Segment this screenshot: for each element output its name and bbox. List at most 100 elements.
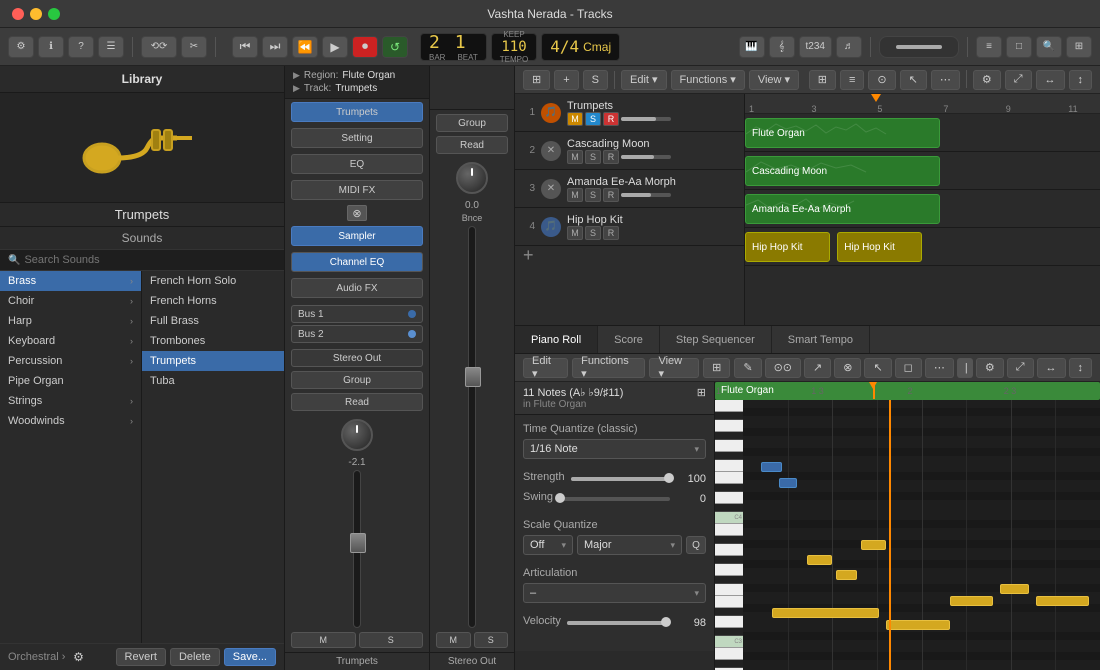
edit-dropdown[interactable]: Edit ▾ bbox=[621, 70, 667, 90]
save-button[interactable]: Save... bbox=[224, 648, 276, 666]
tab-smart-tempo[interactable]: Smart Tempo bbox=[772, 326, 870, 353]
revert-button[interactable]: Revert bbox=[116, 648, 166, 666]
key-d4[interactable] bbox=[715, 492, 743, 504]
setting-slot[interactable]: Setting bbox=[291, 128, 423, 148]
minimize-button[interactable] bbox=[30, 8, 42, 20]
solo-btn-1[interactable]: S bbox=[585, 112, 601, 126]
trumpets-plugin-slot[interactable]: Trumpets bbox=[291, 102, 423, 122]
cat-item-percussion[interactable]: Percussion › bbox=[0, 351, 141, 371]
scale-off-dropdown[interactable]: Off ▾ bbox=[523, 535, 573, 555]
sub-item-trombones[interactable]: Trombones bbox=[142, 331, 284, 351]
track-fader-2[interactable] bbox=[621, 155, 671, 159]
functions-dropdown[interactable]: Functions ▾ bbox=[671, 70, 745, 90]
key-a3[interactable] bbox=[715, 544, 743, 556]
strength-slider[interactable] bbox=[571, 477, 670, 481]
solo-btn-4[interactable]: S bbox=[585, 226, 601, 240]
tuner-icon[interactable]: ♬ bbox=[836, 36, 862, 58]
cat-item-woodwinds[interactable]: Woodwinds › bbox=[0, 411, 141, 431]
clip-hip-hop-1[interactable]: Hip Hop Kit bbox=[745, 232, 830, 262]
key-ab4[interactable] bbox=[715, 432, 743, 440]
cycle-button[interactable]: ↺ bbox=[382, 36, 408, 58]
key-c3[interactable]: C3 bbox=[715, 636, 743, 648]
key-e4[interactable] bbox=[715, 472, 743, 484]
sub-item-trumpets[interactable]: Trumpets bbox=[142, 351, 284, 371]
score-icon[interactable]: 𝄞 bbox=[769, 36, 795, 58]
note-2[interactable] bbox=[779, 478, 797, 488]
zoom-vert[interactable]: ↕ bbox=[1069, 70, 1093, 90]
bus2-row[interactable]: Bus 2 bbox=[291, 325, 423, 343]
fast-forward-button[interactable]: ⏭ bbox=[262, 36, 288, 58]
key-db4[interactable] bbox=[715, 504, 743, 512]
fader-track2[interactable] bbox=[468, 226, 476, 628]
read-button2[interactable]: Read bbox=[436, 136, 508, 154]
strength-handle[interactable] bbox=[664, 473, 674, 483]
cat-item-harp[interactable]: Harp › bbox=[0, 311, 141, 331]
key-ab3[interactable] bbox=[715, 556, 743, 564]
record-button[interactable]: ⏺ bbox=[352, 36, 378, 58]
pr-link-icon[interactable]: ⊗ bbox=[834, 358, 861, 378]
key-b3[interactable] bbox=[715, 524, 743, 536]
volume-slider[interactable] bbox=[879, 36, 959, 58]
key-c4[interactable]: C4 bbox=[715, 512, 743, 524]
track-fader-1[interactable] bbox=[621, 117, 671, 121]
group-button[interactable]: Group bbox=[291, 371, 423, 389]
scale-key-dropdown[interactable]: Major ▾ bbox=[577, 535, 682, 555]
group-button2[interactable]: Group bbox=[436, 114, 508, 132]
key-f3[interactable] bbox=[715, 584, 743, 596]
search-button[interactable]: 🔍 bbox=[1036, 36, 1062, 58]
scissors-button[interactable]: ✂ bbox=[181, 36, 207, 58]
key-g3[interactable] bbox=[715, 564, 743, 576]
link-icon[interactable]: ⊗ bbox=[347, 205, 367, 221]
pr-edit-dropdown[interactable]: Edit ▾ bbox=[523, 358, 568, 378]
pr-cursor-icon[interactable]: ↖ bbox=[864, 358, 891, 378]
pr-functions-dropdown[interactable]: Functions ▾ bbox=[572, 358, 645, 378]
track-header-4[interactable]: 4 🎵 Hip Hop Kit M S R bbox=[515, 208, 744, 246]
key-b2[interactable] bbox=[715, 648, 743, 660]
note-1[interactable] bbox=[761, 462, 782, 472]
tempo-display[interactable]: KEEP 110 TEMPO bbox=[491, 33, 537, 61]
note-long-2[interactable] bbox=[886, 620, 950, 630]
toolbar-add-btn[interactable]: + bbox=[554, 70, 578, 90]
expand-icon[interactable]: ⊞ bbox=[697, 386, 706, 399]
midi-fx-slot[interactable]: MIDI FX bbox=[291, 180, 423, 200]
cat-item-choir[interactable]: Choir › bbox=[0, 291, 141, 311]
note-long-1[interactable] bbox=[772, 608, 879, 618]
mute-btn-3[interactable]: M bbox=[567, 188, 583, 202]
time-display[interactable]: 2 1 BAR BEAT bbox=[420, 33, 487, 61]
pr-zoom-v[interactable]: ↕ bbox=[1069, 358, 1093, 378]
solo-button2[interactable]: S bbox=[474, 632, 509, 648]
close-button[interactable] bbox=[12, 8, 24, 20]
mute-btn-1[interactable]: M bbox=[567, 112, 583, 126]
note-editor-button[interactable]: □ bbox=[1006, 36, 1032, 58]
key-e3[interactable] bbox=[715, 596, 743, 608]
track-header-3[interactable]: 3 ✕ Amanda Ee-Aa Morph M S R bbox=[515, 170, 744, 208]
note-7[interactable] bbox=[1000, 584, 1029, 594]
note-6[interactable] bbox=[950, 596, 993, 606]
mute-btn-4[interactable]: M bbox=[567, 226, 583, 240]
mute-button2[interactable]: M bbox=[436, 632, 471, 648]
scale-q-button[interactable]: Q bbox=[686, 536, 706, 554]
pr-tools-icon[interactable]: ⊙⊙ bbox=[765, 358, 801, 378]
mute-btn-2[interactable]: M bbox=[567, 150, 583, 164]
pr-more-icon[interactable]: ⋯ bbox=[925, 358, 954, 378]
clip-amanda[interactable]: Amanda Ee-Aa Morph bbox=[745, 194, 940, 224]
help-button[interactable]: ? bbox=[68, 36, 94, 58]
pr-zoom-icon[interactable]: ⤢ bbox=[1007, 358, 1034, 378]
key-gb3[interactable] bbox=[715, 576, 743, 584]
list-icon[interactable]: ≡ bbox=[840, 70, 864, 90]
info-button[interactable]: ℹ bbox=[38, 36, 64, 58]
delete-button[interactable]: Delete bbox=[170, 648, 220, 666]
search-input[interactable] bbox=[24, 254, 276, 266]
key-d3[interactable] bbox=[715, 616, 743, 628]
channel-eq-slot[interactable]: Channel EQ bbox=[291, 252, 423, 272]
gear-icon[interactable]: ⚙ bbox=[69, 648, 87, 666]
note-grid[interactable] bbox=[743, 400, 1100, 670]
cat-item-strings[interactable]: Strings › bbox=[0, 391, 141, 411]
record-btn-4[interactable]: R bbox=[603, 226, 619, 240]
breadcrumb[interactable]: Orchestral › bbox=[8, 651, 65, 663]
settings-button[interactable]: ⚙ bbox=[8, 36, 34, 58]
note-8[interactable] bbox=[1036, 596, 1090, 606]
grid-icon[interactable]: ⊞ bbox=[809, 70, 836, 90]
swing-handle[interactable] bbox=[555, 493, 565, 503]
record-btn-2[interactable]: R bbox=[603, 150, 619, 164]
